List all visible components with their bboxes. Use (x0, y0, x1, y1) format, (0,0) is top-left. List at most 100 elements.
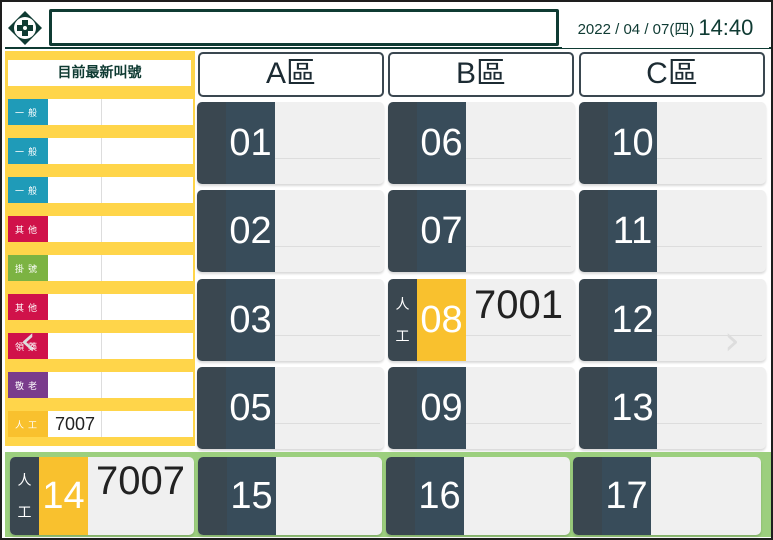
counter-number: 09 (417, 367, 466, 449)
counter-side-strip (388, 102, 417, 184)
latest-call-number (50, 216, 102, 242)
counter-card[interactable]: 03 (197, 279, 384, 361)
category-tag: 其他 (8, 294, 48, 320)
counter-card[interactable]: 17 (573, 457, 761, 535)
counter-number: 08 (417, 279, 466, 361)
counter-side-strip (573, 457, 602, 535)
latest-call-extra (104, 177, 193, 203)
divider (275, 423, 380, 424)
category-tag: 人工 (8, 411, 48, 437)
counter-number: 12 (608, 279, 657, 361)
latest-call-number (50, 333, 102, 359)
divider (657, 423, 762, 424)
counter-side-strip (197, 190, 226, 272)
counter-category-label: 人 工 (395, 297, 410, 345)
datetime-display: 2022 / 04 / 07(四) 14:40 (562, 8, 769, 48)
current-time: 14:40 (698, 15, 754, 40)
latest-call-extra (104, 99, 193, 125)
counter-card-active[interactable]: 人 工 14 7007 (10, 457, 194, 535)
divider (466, 335, 571, 336)
latest-call-row: 敬老 (8, 372, 193, 398)
counter-side-strip (579, 190, 608, 272)
counter-number: 06 (417, 102, 466, 184)
counter-card[interactable]: 16 (386, 457, 570, 535)
latest-call-number (50, 177, 102, 203)
counter-card[interactable]: 01 (197, 102, 384, 184)
counter-card[interactable]: 02 (197, 190, 384, 272)
divider (657, 246, 762, 247)
latest-call-extra (104, 372, 193, 398)
counter-number: 05 (226, 367, 275, 449)
latest-call-number: 7007 (50, 411, 102, 437)
latest-call-number (50, 255, 102, 281)
latest-call-row: 一般 (8, 177, 193, 203)
category-tag: 敬老 (8, 372, 48, 398)
prev-page-arrow[interactable]: ‹ (20, 318, 36, 364)
category-tag: 一般 (8, 177, 48, 203)
divider (657, 335, 762, 336)
counter-side-strip (197, 279, 226, 361)
divider (275, 335, 380, 336)
latest-call-extra (104, 216, 193, 242)
latest-call-extra (104, 294, 193, 320)
latest-call-number (50, 294, 102, 320)
counter-side-strip (198, 457, 227, 535)
divider (466, 246, 571, 247)
latest-calls-title: 目前最新叫號 (8, 60, 191, 86)
divider (466, 423, 571, 424)
category-tag: 一般 (8, 138, 48, 164)
counter-side-strip (386, 457, 415, 535)
counter-card[interactable]: 07 (388, 190, 575, 272)
counter-number: 15 (227, 457, 276, 535)
latest-call-number (50, 372, 102, 398)
divider (466, 158, 571, 159)
counter-number: 07 (417, 190, 466, 272)
zone-header-b[interactable]: B區 (388, 52, 574, 97)
latest-call-number (50, 138, 102, 164)
category-tag: 掛號 (8, 255, 48, 281)
current-date: 2022 / 04 / 07(四) (577, 20, 695, 38)
counter-card-active[interactable]: 人 工 08 7001 (388, 279, 575, 361)
counter-side-strip (579, 279, 608, 361)
queue-display-screen: 2022 / 04 / 07(四) 14:40 目前最新叫號 一般 一般 一般 … (0, 0, 773, 540)
counter-card[interactable]: 06 (388, 102, 575, 184)
latest-call-extra (104, 255, 193, 281)
next-page-arrow[interactable]: › (724, 318, 740, 364)
divider (275, 246, 380, 247)
counter-number: 13 (608, 367, 657, 449)
counter-card[interactable]: 05 (197, 367, 384, 449)
counter-side-strip (388, 367, 417, 449)
counter-card[interactable]: 10 (579, 102, 766, 184)
latest-call-row: 掛號 (8, 255, 193, 281)
counter-number: 11 (608, 190, 657, 272)
counter-side-strip (197, 102, 226, 184)
latest-call-row: 其他 (8, 216, 193, 242)
counter-side-strip (197, 367, 226, 449)
latest-call-row: 人工 7007 (8, 411, 193, 437)
counter-card[interactable]: 13 (579, 367, 766, 449)
counter-number: 10 (608, 102, 657, 184)
divider (275, 158, 380, 159)
zone-header-a[interactable]: A區 (198, 52, 384, 97)
latest-call-row: 其他 (8, 294, 193, 320)
counter-card[interactable]: 09 (388, 367, 575, 449)
category-tag: 一般 (8, 99, 48, 125)
counter-number: 16 (415, 457, 464, 535)
counter-card[interactable]: 11 (579, 190, 766, 272)
counter-card[interactable]: 15 (198, 457, 382, 535)
called-ticket-number: 7001 (474, 283, 563, 327)
counter-number: 14 (39, 457, 88, 535)
counter-side-strip (579, 367, 608, 449)
category-tag: 其他 (8, 216, 48, 242)
announcement-marquee (49, 9, 559, 46)
latest-call-row: 一般 (8, 99, 193, 125)
counter-category-label: 人 工 (17, 473, 32, 521)
zone-header-c[interactable]: C區 (579, 52, 765, 97)
counter-number: 01 (226, 102, 275, 184)
counter-number: 03 (226, 279, 275, 361)
counter-side-strip (579, 102, 608, 184)
hospital-logo-icon (7, 10, 43, 46)
called-ticket-number: 7007 (96, 459, 185, 503)
divider (657, 158, 762, 159)
counter-number: 02 (226, 190, 275, 272)
